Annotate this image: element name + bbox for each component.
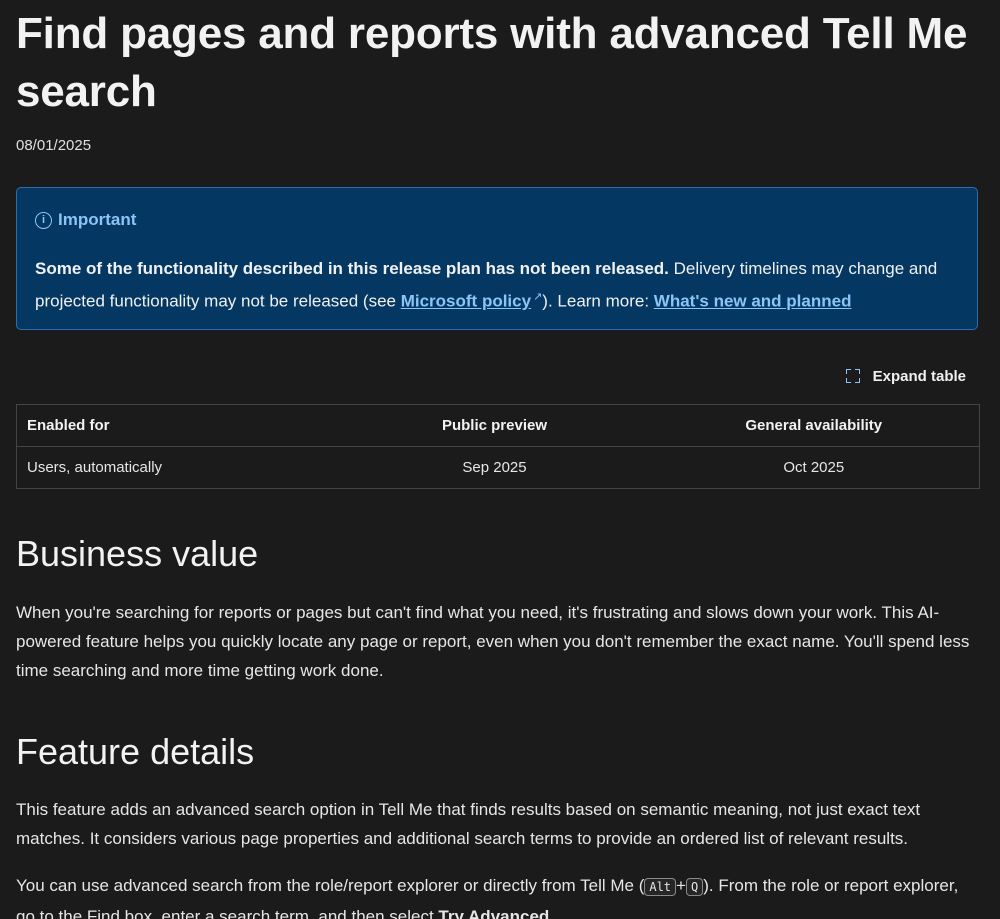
alert-text-2: ). Learn more: <box>542 291 654 311</box>
external-link-icon: ↗ <box>533 291 543 303</box>
table-toolbar: Expand table <box>16 364 978 388</box>
cell-general-availability: Oct 2025 <box>648 446 980 489</box>
header-enabled-for: Enabled for <box>16 404 341 447</box>
feature-details-paragraph-2: You can use advanced search from the rol… <box>16 871 978 919</box>
expand-icon <box>845 369 860 383</box>
key-separator: + <box>676 876 686 895</box>
article: Find pages and reports with advanced Tel… <box>0 5 1000 919</box>
microsoft-policy-link[interactable]: Microsoft policy <box>401 292 531 311</box>
whats-new-link[interactable]: What's new and planned <box>654 292 852 311</box>
alert-title-text: Important <box>58 210 137 229</box>
table-header-row: Enabled for Public preview General avail… <box>16 404 980 447</box>
alert-bold-text: Some of the functionality described in t… <box>35 259 669 278</box>
try-advanced-text: Try Advanced <box>438 907 550 919</box>
expand-table-button[interactable]: Expand table <box>845 367 966 385</box>
business-value-paragraph: When you're searching for reports or pag… <box>16 603 970 680</box>
alt-key: Alt <box>644 878 677 896</box>
alert-body: Some of the functionality described in t… <box>35 254 959 316</box>
paragraph-2-text-c: . <box>549 907 555 919</box>
publish-date: 08/01/2025 <box>16 137 92 154</box>
important-alert: i Important Some of the functionality de… <box>16 187 978 330</box>
alert-title: i Important <box>35 210 959 230</box>
header-general-availability: General availability <box>648 404 980 447</box>
feature-details-heading: Feature details <box>16 731 255 772</box>
cell-enabled-for: Users, automatically <box>16 446 341 489</box>
business-value-heading: Business value <box>16 533 259 574</box>
expand-table-label: Expand table <box>872 367 966 385</box>
cell-public-preview: Sep 2025 <box>340 446 649 489</box>
page-title: Find pages and reports with advanced Tel… <box>16 9 968 116</box>
feature-details-paragraph-1: This feature adds an advanced search opt… <box>16 800 921 848</box>
header-public-preview: Public preview <box>340 404 649 447</box>
q-key: Q <box>685 878 704 896</box>
release-table: Enabled for Public preview General avail… <box>16 404 980 489</box>
paragraph-2-text-a: You can use advanced search from the rol… <box>16 876 645 895</box>
table-row: Users, automatically Sep 2025 Oct 2025 <box>16 446 980 489</box>
info-icon: i <box>35 211 52 229</box>
